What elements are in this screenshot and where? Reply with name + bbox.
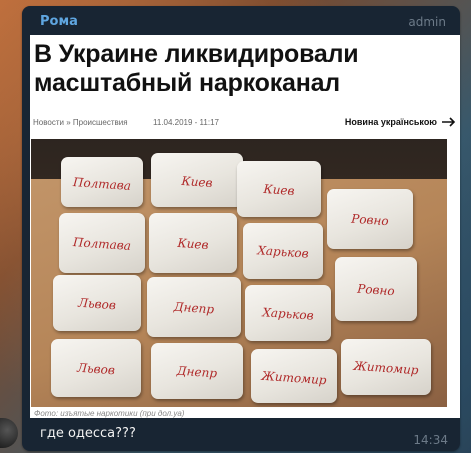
language-link: Новина українською [344,117,437,127]
bag: Житомир [341,339,431,395]
bag: Харьков [245,285,331,341]
bag: Полтава [61,157,143,207]
article-headline: В Украине ликвидировали масштабный нарко… [34,40,359,97]
bag: Ровно [335,257,417,321]
photo-caption: Фото: изъятые наркотики (при дол.уа) [34,409,185,418]
bag-label: Харьков [261,305,315,324]
bag-label: Днепр [176,364,218,381]
bag: Днепр [147,277,241,337]
bag: Житомир [251,349,337,403]
bag-label: Киев [176,235,209,253]
bag: Львов [53,275,141,331]
sender-name[interactable]: Рома [40,14,78,29]
article-date: 11.04.2019 - 11:17 [153,118,219,127]
bag-label: Полтава [72,234,132,254]
bag: Киев [149,213,237,273]
bag-label: Ровно [350,211,390,229]
article-photo: Полтава Киев Киев Ровно Полтава Киев Хар… [31,139,447,407]
bag-label: Киев [262,182,295,199]
message-time: 14:34 [413,433,448,447]
article-screenshot[interactable]: В Украине ликвидировали масштабный нарко… [30,35,460,418]
arrow-right-icon [442,117,456,127]
breadcrumb: Новости » Происшествия [33,118,128,127]
bag: Ровно [327,189,413,249]
article-meta: Новости » Происшествия 11.04.2019 - 11:1… [33,117,457,131]
bag-label: Полтава [72,174,132,194]
bag: Полтава [59,213,145,273]
bag-label: Ровно [356,281,396,298]
bag-label: Львов [77,296,117,313]
bag-label: Житомир [260,368,328,387]
bag-label: Киев [180,173,213,190]
message-text: где одесса??? [40,426,136,441]
bag-label: Днепр [173,299,215,317]
bag-label: Харьков [256,243,310,262]
admin-badge: admin [408,15,446,29]
bag: Киев [237,161,321,217]
bag: Киев [151,153,243,207]
message-bubble[interactable]: Рома admin В Украине ликвидировали масшт… [0,6,460,451]
bag-label: Житомир [352,359,420,378]
bag: Днепр [151,343,243,399]
bag-label: Львов [76,360,116,378]
bag: Львов [51,339,141,397]
bag: Харьков [243,223,323,279]
